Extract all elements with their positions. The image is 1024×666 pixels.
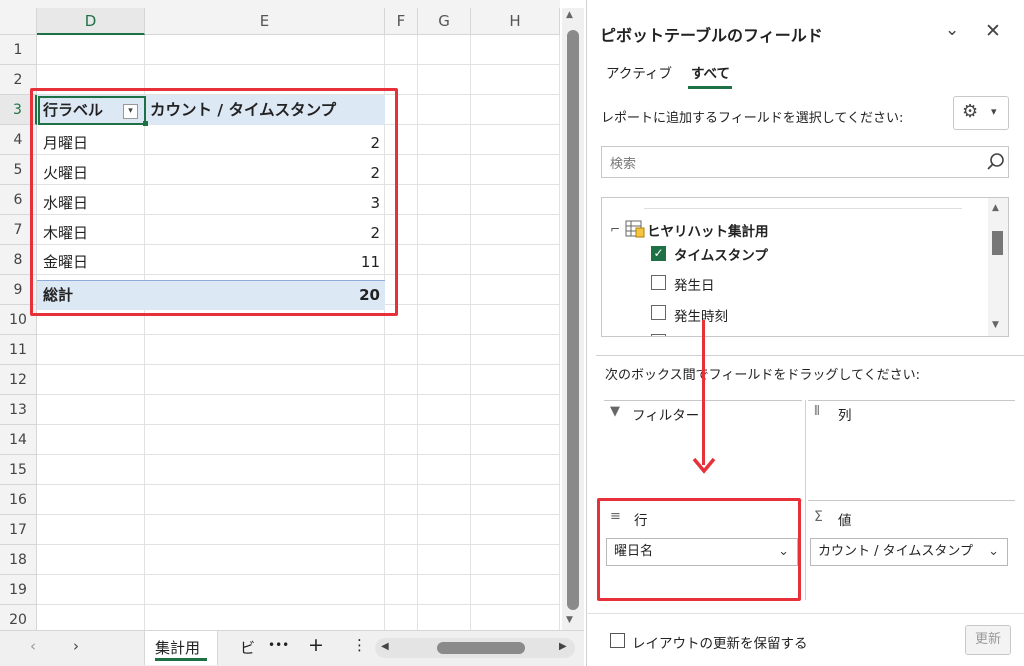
scroll-up-icon[interactable]: ▲ (992, 203, 999, 213)
gridline (37, 484, 560, 485)
prev-sheet-icon[interactable]: ‹ (30, 637, 36, 655)
arrow-down-icon (692, 457, 716, 474)
sigma-icon: Σ (814, 509, 823, 525)
update-button[interactable]: 更新 (965, 625, 1011, 655)
defer-update-checkbox[interactable] (610, 633, 625, 648)
row-header[interactable]: 13 (0, 395, 37, 425)
scroll-down-icon[interactable]: ▼ (566, 615, 573, 625)
column-header-e[interactable]: E (145, 8, 385, 35)
column-header-h[interactable]: H (471, 8, 560, 35)
columns-icon: ⦀ (814, 404, 820, 419)
column-header-f[interactable]: F (385, 8, 418, 35)
row-header[interactable]: 17 (0, 515, 37, 545)
gridline (37, 394, 560, 395)
row-header[interactable]: 1 (0, 35, 37, 65)
tab-menu-icon[interactable]: ⋮ (352, 636, 367, 654)
gridline (37, 64, 560, 65)
row-header[interactable]: 14 (0, 425, 37, 455)
filter-area-label: フィルター (632, 408, 700, 424)
horizontal-scrollbar-thumb[interactable] (437, 642, 525, 654)
row-header[interactable]: 15 (0, 455, 37, 485)
gridline (37, 574, 560, 575)
values-area-label: 値 (838, 513, 852, 529)
field-search-box[interactable]: 検索 (601, 146, 1009, 178)
select-all-corner[interactable] (0, 8, 37, 35)
column-header-g[interactable]: G (418, 8, 471, 35)
chevron-down-icon: ⌄ (988, 544, 999, 559)
row-header[interactable]: 20 (0, 605, 37, 630)
gridline (37, 544, 560, 545)
search-icon[interactable] (986, 152, 1006, 172)
scroll-down-icon[interactable]: ▼ (992, 320, 999, 330)
field-checkbox[interactable]: ✓ (651, 246, 666, 261)
gridline (37, 334, 560, 335)
gridline (37, 604, 560, 605)
close-icon[interactable]: ✕ (985, 20, 1001, 42)
values-field-dropdown[interactable]: カウント / タイムスタンプ ⌄ (810, 538, 1008, 566)
gridline (37, 364, 560, 365)
sheet-tab-label: 集計用 (155, 639, 201, 657)
chevron-down-icon: ▾ (991, 105, 997, 118)
spreadsheet-grid[interactable]: D E F G H 1 2 3 4 5 6 7 8 9 10 11 12 13 14 15 16 17 18 19 2… (0, 0, 560, 630)
list-divider (644, 208, 962, 209)
field-name[interactable]: 発生時刻 (674, 305, 728, 325)
filter-icon: ▼ (610, 404, 620, 419)
column-area-label: 列 (838, 408, 852, 424)
field-checkbox[interactable] (651, 334, 666, 336)
table-name: ヒヤリハット集計用 (647, 224, 769, 240)
highlight-box-pivot (30, 88, 398, 316)
area-divider (805, 400, 806, 600)
scroll-right-icon[interactable]: ▶ (559, 641, 567, 652)
gear-icon: ⚙ (962, 101, 979, 122)
values-field-name: カウント / タイムスタンプ (818, 544, 973, 559)
check-icon: ✓ (653, 246, 664, 260)
collapse-icon[interactable]: ⌐ (610, 222, 620, 236)
next-sheet-icon[interactable]: › (73, 637, 79, 655)
active-tab-underline (155, 658, 207, 661)
row-header[interactable]: 16 (0, 485, 37, 515)
field-list-scrollbar[interactable]: ▲ ▼ (988, 198, 1008, 336)
gridline (37, 424, 560, 425)
sheet-tab-next[interactable]: ビ (240, 637, 255, 658)
search-input[interactable]: 検索 (610, 153, 636, 172)
row-header[interactable]: 18 (0, 545, 37, 575)
row-header[interactable]: 11 (0, 335, 37, 365)
column-area[interactable]: ⦀ 列 (808, 400, 1015, 500)
grid-top-strip (0, 0, 560, 8)
field-name[interactable]: 発生日 (674, 274, 715, 294)
more-sheets-icon[interactable]: ••• (268, 638, 289, 652)
settings-button[interactable]: ⚙ ▾ (953, 96, 1009, 130)
footer-divider (586, 613, 1024, 614)
scrollbar-thumb[interactable] (992, 231, 1003, 255)
scroll-up-icon[interactable]: ▲ (566, 10, 573, 20)
pane-title: ピボットテーブルのフィールド (600, 26, 823, 45)
defer-update-label[interactable]: レイアウトの更新を保留する (632, 632, 808, 652)
field-select-instruction: レポートに追加するフィールドを選択してください: (601, 111, 904, 126)
arrow-shaft (702, 320, 705, 465)
tab-active-fields[interactable]: アクティブ (606, 62, 672, 82)
row-header[interactable]: 19 (0, 575, 37, 605)
sheet-tab-bar: ‹ › 集計用 ビ ••• + ⋮ ◀ ▶ (0, 630, 584, 666)
gridline (37, 454, 560, 455)
section-divider (596, 355, 1024, 356)
horizontal-scrollbar[interactable]: ◀ ▶ (375, 638, 575, 658)
drag-instruction: 次のボックス間でフィールドをドラッグしてください: (605, 368, 920, 383)
table-icon (625, 220, 645, 238)
gridline (37, 514, 560, 515)
column-header-d[interactable]: D (37, 8, 145, 35)
sheet-tab-active[interactable]: 集計用 (144, 631, 218, 665)
field-checkbox[interactable] (651, 305, 666, 320)
add-sheet-icon[interactable]: + (308, 634, 324, 656)
scroll-left-icon[interactable]: ◀ (381, 641, 389, 652)
values-area[interactable]: Σ 値 カウント / タイムスタンプ ⌄ (808, 500, 1015, 600)
chevron-down-icon[interactable]: ⌄ (945, 20, 959, 40)
highlight-box-row-area (597, 498, 801, 601)
row-header[interactable]: 12 (0, 365, 37, 395)
field-name[interactable]: タイムスタンプ (674, 244, 768, 264)
tab-underline (688, 86, 732, 89)
field-checkbox[interactable] (651, 275, 666, 290)
scrollbar-thumb[interactable] (567, 30, 579, 610)
field-list[interactable]: ⌐ ヒヤリハット集計用 ✓ タイムスタンプ 発生日 発生時刻 ▲ ▼ (601, 197, 1009, 337)
tab-all-fields[interactable]: すべて (691, 62, 730, 82)
